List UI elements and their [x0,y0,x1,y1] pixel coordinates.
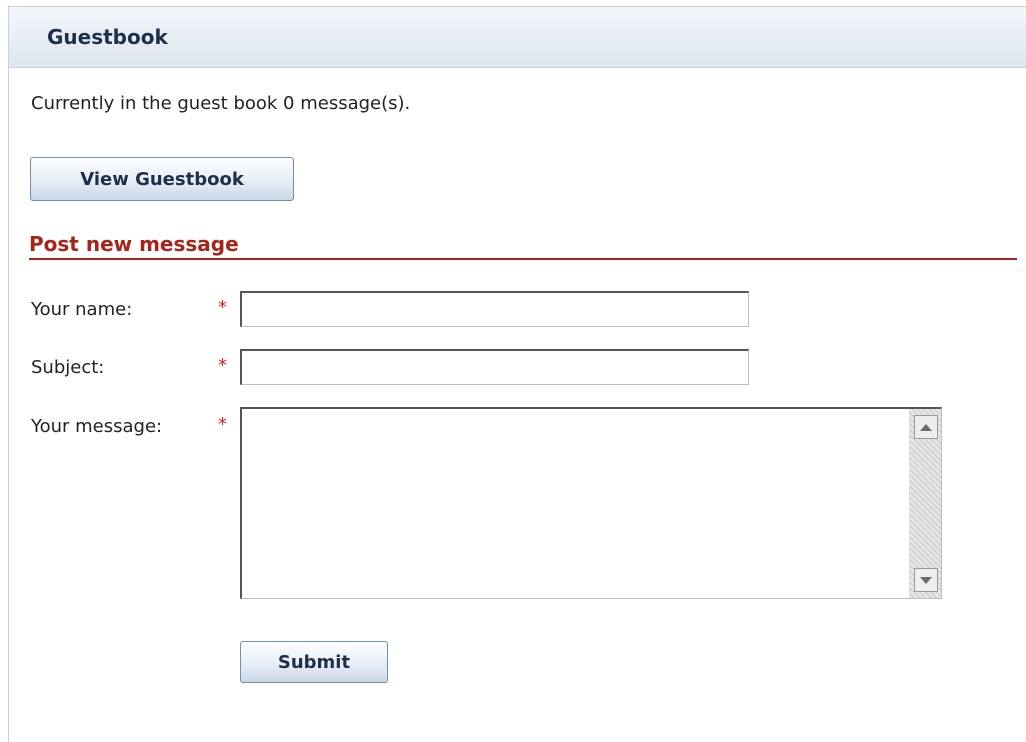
message-label: Your message: [31,416,163,437]
message-required-marker: * [218,414,227,435]
submit-button[interactable]: Submit [240,641,388,683]
arrow-up-icon [920,423,932,431]
scroll-up-button[interactable] [914,415,938,439]
name-input[interactable] [240,291,749,327]
message-count-text: Currently in the guest book 0 message(s)… [31,93,411,114]
name-label: Your name: [31,299,133,320]
post-new-message-heading: Post new message [29,232,239,256]
subject-label: Subject: [31,357,105,378]
section-divider [29,258,1017,260]
panel-header: Guestbook [9,7,1026,68]
message-textarea[interactable] [240,407,942,599]
subject-required-marker: * [218,355,227,376]
message-scrollbar[interactable] [909,409,941,598]
name-required-marker: * [218,297,227,318]
panel-title: Guestbook [47,25,168,49]
guestbook-panel: Guestbook Currently in the guest book 0 … [8,6,1026,742]
scroll-down-button[interactable] [914,568,938,592]
subject-input[interactable] [240,349,749,385]
view-guestbook-button[interactable]: View Guestbook [30,157,294,201]
arrow-down-icon [920,576,932,584]
